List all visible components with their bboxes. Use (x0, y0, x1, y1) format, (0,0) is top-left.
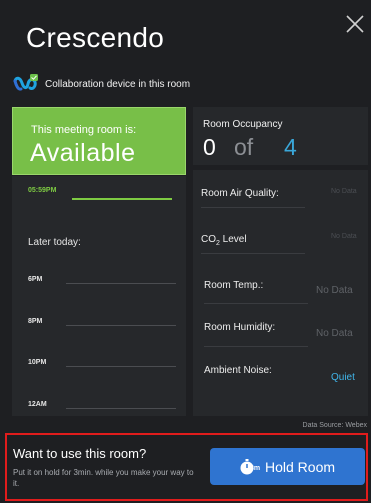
co2-value: No Data (331, 233, 357, 240)
occupancy-current: 0 (203, 134, 216, 160)
availability-card: This meeting room is: Available (12, 107, 186, 175)
occupancy-of: of (234, 134, 254, 160)
later-today-label: Later today: (28, 237, 81, 248)
device-row: Collaboration device in this room (13, 73, 190, 95)
noise-value: Quiet (331, 372, 355, 383)
metric-divider (204, 303, 308, 304)
current-time: 05:59PM (28, 187, 57, 194)
timeline-divider (66, 283, 176, 284)
time-label: 8PM (28, 318, 43, 325)
schedule-panel (12, 176, 186, 416)
hold-button-label: Hold Room (264, 458, 336, 475)
data-source: Data Source: Webex (302, 422, 367, 429)
noise-label: Ambient Noise: (204, 365, 272, 376)
hold-room-button[interactable]: 3m Hold Room (210, 448, 365, 485)
occupancy-capacity: 4 (284, 134, 297, 160)
occupancy-label: Room Occupancy (203, 119, 283, 130)
webex-logo-icon (13, 74, 39, 94)
now-line (72, 198, 172, 200)
air-quality-label: Room Air Quality: (201, 188, 279, 199)
humidity-value: No Data (316, 328, 353, 339)
metric-divider (204, 346, 308, 347)
metric-divider (201, 253, 305, 254)
room-title: Crescendo (26, 22, 165, 53)
availability-status: Available (30, 139, 136, 167)
timeline-divider (66, 325, 176, 326)
timeline-divider (66, 366, 176, 367)
temperature-value: No Data (316, 285, 353, 296)
now-marker: 05:59PM (28, 187, 56, 194)
air-quality-value: No Data (331, 188, 357, 195)
hold-description: Put it on hold for 3min. while you make … (13, 468, 194, 488)
humidity-label: Room Humidity: (204, 322, 276, 333)
timeline-divider (66, 408, 176, 409)
time-label: 6PM (28, 276, 43, 283)
timer-duration: 3m (249, 464, 261, 472)
availability-caption: This meeting room is: (31, 124, 137, 136)
device-text: Collaboration device in this room (45, 78, 191, 90)
hold-title: Want to use this room? (13, 446, 147, 461)
occupancy-card: Room Occupancy 0 of 4 (193, 107, 368, 165)
close-icon[interactable] (345, 14, 365, 34)
timer-icon: 3m (240, 458, 260, 476)
metric-divider (201, 207, 305, 208)
time-label: 10PM (28, 359, 47, 366)
co2-label: CO2 Level (201, 234, 247, 247)
time-label: 12AM (28, 401, 47, 408)
temperature-label: Room Temp.: (204, 280, 264, 291)
